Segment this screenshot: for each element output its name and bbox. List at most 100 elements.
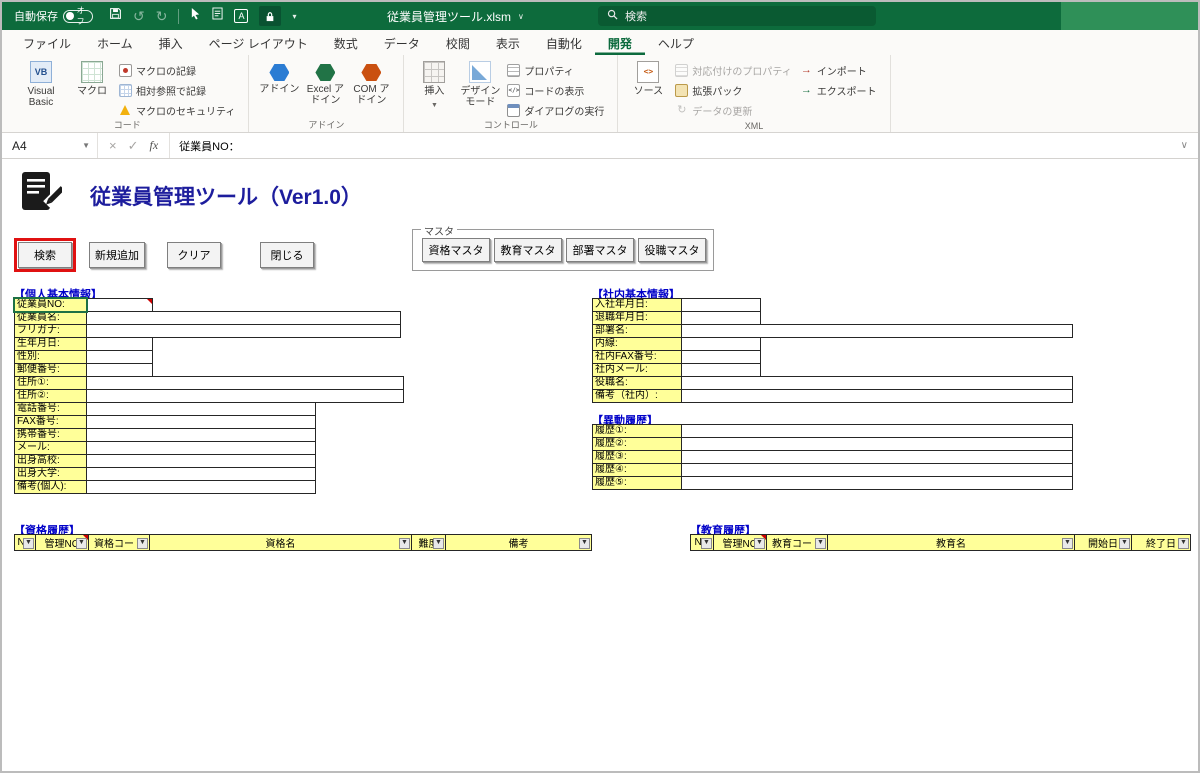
design-mode-button[interactable]: デザイン モード bbox=[457, 58, 503, 111]
document-icon[interactable] bbox=[212, 7, 224, 25]
field-label[interactable]: 備考(個人): bbox=[14, 480, 87, 494]
ribbon-tab-page-layout[interactable]: ページ レイアウト bbox=[196, 30, 321, 55]
autosave-toggle[interactable]: 自動保存 オフ bbox=[2, 6, 103, 26]
properties-button[interactable]: プロパティ bbox=[503, 61, 608, 80]
field-label[interactable]: 履歴③: bbox=[592, 450, 682, 464]
field-label[interactable]: 履歴①: bbox=[592, 424, 682, 438]
field-input[interactable] bbox=[86, 324, 401, 338]
use-relative-references-button[interactable]: 相対参照で記録 bbox=[115, 81, 239, 100]
filter-dropdown-icon[interactable]: ▼ bbox=[76, 538, 87, 549]
field-input[interactable] bbox=[86, 337, 153, 351]
add-new-button[interactable]: 新規追加 bbox=[89, 242, 145, 268]
field-input[interactable] bbox=[86, 480, 316, 494]
view-code-button[interactable]: コードの表示 bbox=[503, 81, 608, 100]
search-button[interactable]: 検索 bbox=[14, 238, 76, 272]
undo-icon[interactable]: ↺ bbox=[133, 9, 145, 23]
field-input[interactable] bbox=[681, 337, 761, 351]
close-button[interactable]: 閉じる bbox=[260, 242, 314, 268]
cancel-entry-icon[interactable]: × bbox=[109, 138, 117, 153]
ribbon-tab-review[interactable]: 校閲 bbox=[433, 30, 483, 55]
field-label[interactable]: 入社年月日: bbox=[592, 298, 682, 312]
redo-icon[interactable]: ↻ bbox=[156, 9, 168, 23]
field-label[interactable]: 性別: bbox=[14, 350, 87, 364]
macros-button[interactable]: マクロ bbox=[69, 58, 115, 100]
field-input[interactable] bbox=[681, 476, 1073, 490]
filter-dropdown-icon[interactable]: ▼ bbox=[137, 538, 148, 549]
name-box[interactable]: A4 ▼ bbox=[2, 133, 98, 158]
field-label[interactable]: 出身高校: bbox=[14, 454, 87, 468]
field-input[interactable] bbox=[86, 311, 401, 325]
field-label[interactable]: 退職年月日: bbox=[592, 311, 682, 325]
filter-dropdown-icon[interactable]: ▼ bbox=[23, 538, 34, 549]
filter-dropdown-icon[interactable]: ▼ bbox=[815, 538, 826, 549]
field-label[interactable]: 電話番号: bbox=[14, 402, 87, 416]
field-label[interactable]: フリガナ: bbox=[14, 324, 87, 338]
field-input[interactable] bbox=[681, 376, 1073, 390]
formula-input[interactable]: 従業員NO： bbox=[170, 133, 1171, 158]
filter-dropdown-icon[interactable]: ▼ bbox=[701, 538, 712, 549]
visual-basic-button[interactable]: Visual Basic bbox=[13, 58, 69, 111]
insert-control-button[interactable]: 挿入 ▼ bbox=[411, 58, 457, 114]
field-label[interactable]: メール: bbox=[14, 441, 87, 455]
filter-dropdown-icon[interactable]: ▼ bbox=[1062, 538, 1073, 549]
field-label[interactable]: 従業員名: bbox=[14, 311, 87, 325]
save-icon[interactable] bbox=[109, 7, 122, 25]
field-label[interactable]: 備考（社内）: bbox=[592, 389, 682, 403]
field-input[interactable] bbox=[86, 389, 404, 403]
field-input[interactable] bbox=[681, 350, 761, 364]
ribbon-tab-developer[interactable]: 開発 bbox=[595, 30, 645, 55]
field-input[interactable] bbox=[681, 437, 1073, 451]
field-label[interactable]: 社内FAX番号: bbox=[592, 350, 682, 364]
field-input[interactable] bbox=[681, 311, 761, 325]
import-button[interactable]: インポート bbox=[796, 61, 881, 80]
education-master-button[interactable]: 教育マスタ bbox=[494, 238, 562, 262]
ribbon-tab-formulas[interactable]: 数式 bbox=[321, 30, 371, 55]
qualification-master-button[interactable]: 資格マスタ bbox=[422, 238, 490, 262]
field-label[interactable]: 携帯番号: bbox=[14, 428, 87, 442]
clear-button[interactable]: クリア bbox=[167, 242, 221, 268]
field-label[interactable]: 住所②: bbox=[14, 389, 87, 403]
field-input[interactable] bbox=[86, 350, 153, 364]
field-input[interactable] bbox=[86, 376, 404, 390]
field-label[interactable]: 履歴⑤: bbox=[592, 476, 682, 490]
field-input[interactable] bbox=[86, 363, 153, 377]
field-input[interactable] bbox=[86, 402, 316, 416]
field-input[interactable] bbox=[86, 467, 316, 481]
field-input[interactable] bbox=[86, 454, 316, 468]
account-area[interactable] bbox=[1061, 2, 1198, 30]
ribbon-tab-data[interactable]: データ bbox=[371, 30, 433, 55]
field-label[interactable]: 社内メール: bbox=[592, 363, 682, 377]
field-input[interactable] bbox=[681, 424, 1073, 438]
field-input[interactable] bbox=[681, 298, 761, 312]
field-input[interactable] bbox=[681, 324, 1073, 338]
ribbon-tab-insert[interactable]: 挿入 bbox=[146, 30, 196, 55]
field-label[interactable]: 出身大学: bbox=[14, 467, 87, 481]
cursor-icon[interactable] bbox=[190, 7, 201, 25]
insert-function-icon[interactable]: fx bbox=[150, 138, 159, 153]
quick-access-caret-icon[interactable]: ▾ bbox=[292, 12, 296, 21]
department-master-button[interactable]: 部署マスタ bbox=[566, 238, 634, 262]
filter-dropdown-icon[interactable]: ▼ bbox=[1178, 538, 1189, 549]
field-label[interactable]: 役職名: bbox=[592, 376, 682, 390]
field-input[interactable] bbox=[681, 450, 1073, 464]
field-label[interactable]: 従業員NO: bbox=[13, 297, 88, 313]
filter-dropdown-icon[interactable]: ▼ bbox=[399, 538, 410, 549]
ribbon-tab-view[interactable]: 表示 bbox=[483, 30, 533, 55]
filter-dropdown-icon[interactable]: ▼ bbox=[754, 538, 765, 549]
field-input[interactable] bbox=[86, 441, 316, 455]
expansion-packs-button[interactable]: 拡張パック bbox=[671, 81, 795, 100]
autosave-switch[interactable]: オフ bbox=[63, 6, 93, 26]
field-label[interactable]: FAX番号: bbox=[14, 415, 87, 429]
filter-dropdown-icon[interactable]: ▼ bbox=[1119, 538, 1130, 549]
field-input[interactable] bbox=[681, 463, 1073, 477]
record-macro-button[interactable]: マクロの記録 bbox=[115, 61, 239, 80]
lock-tile[interactable] bbox=[259, 6, 282, 26]
field-label[interactable]: 生年月日: bbox=[14, 337, 87, 351]
position-master-button[interactable]: 役職マスタ bbox=[638, 238, 706, 262]
document-title[interactable]: 従業員管理ツール.xlsm ∨ bbox=[387, 2, 524, 30]
field-label[interactable]: 内線: bbox=[592, 337, 682, 351]
field-input[interactable] bbox=[681, 363, 761, 377]
export-button[interactable]: エクスポート bbox=[796, 81, 881, 100]
field-label[interactable]: 郵便番号: bbox=[14, 363, 87, 377]
field-input[interactable] bbox=[86, 298, 153, 312]
